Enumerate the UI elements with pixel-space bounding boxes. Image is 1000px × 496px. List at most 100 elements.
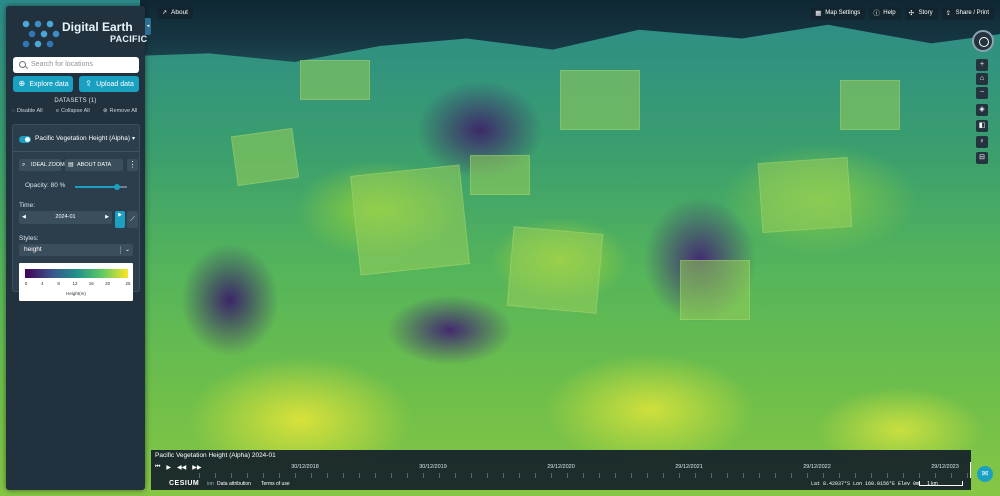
timeline-label: 29/12/2020 bbox=[547, 464, 575, 470]
chevron-left-icon: ◂ bbox=[146, 23, 150, 29]
cesium-logo[interactable]: CESIUM bbox=[169, 478, 199, 490]
explore-data-button[interactable]: ⊕ Explore data bbox=[13, 76, 73, 92]
collapse-icon: ≡ bbox=[55, 108, 59, 114]
about-button[interactable]: ↗ About bbox=[158, 7, 193, 19]
zoom-icon: ⌕ bbox=[22, 162, 26, 168]
legend-colorbar bbox=[25, 269, 128, 278]
layer-toggle[interactable] bbox=[19, 136, 31, 143]
chart-icon[interactable]: ⟋ bbox=[127, 211, 138, 228]
layer-name[interactable]: Pacific Vegetation Height (Alpha) bbox=[35, 135, 130, 142]
opacity-slider-knob[interactable] bbox=[113, 183, 120, 190]
timeline-controls: ⏮ ▶ ◀◀ ▶▶ bbox=[155, 464, 202, 471]
external-link-icon: ↗ bbox=[162, 10, 168, 16]
legend-tick: 12 bbox=[72, 281, 78, 286]
disable-all-label: Disable All bbox=[16, 108, 43, 114]
opacity-label: Opacity: 80 % bbox=[25, 182, 66, 189]
map-field bbox=[506, 226, 604, 314]
play-icon[interactable]: ▶ bbox=[166, 464, 171, 471]
time-value: 2024-01 bbox=[55, 214, 76, 220]
chevron-down-icon: ⌄ bbox=[124, 247, 130, 253]
timeline-label: 30/12/2019 bbox=[419, 464, 447, 470]
collapse-all-label: Collapse All bbox=[60, 108, 90, 114]
legend-ticks: 0 4 8 12 16 20 25 bbox=[24, 281, 131, 287]
chevron-down-icon[interactable]: ▾ bbox=[132, 135, 135, 142]
legend-tick: 8 bbox=[57, 281, 60, 286]
about-data-button[interactable]: ▤ ABOUT DATA bbox=[65, 159, 123, 171]
remove-icon: ⊗ bbox=[102, 108, 108, 114]
ideal-zoom-label: IDEAL ZOOM bbox=[31, 162, 65, 168]
home-icon[interactable]: ⌂ bbox=[976, 73, 988, 85]
logo-mark bbox=[18, 16, 66, 50]
upload-icon: ⇪ bbox=[85, 79, 92, 88]
legend-axis-label: Height(m) bbox=[66, 291, 86, 296]
feedback-button[interactable]: ✉ bbox=[977, 466, 993, 482]
zoom-in-icon[interactable]: + bbox=[976, 59, 988, 71]
search-input[interactable]: Search for locations bbox=[13, 57, 139, 73]
explore-data-label: Explore data bbox=[29, 81, 69, 88]
split-icon[interactable]: ◧ bbox=[976, 120, 988, 132]
map-settings-label: Map Settings bbox=[825, 10, 861, 16]
terms-of-use-link[interactable]: Terms of use bbox=[261, 478, 290, 490]
next-time-icon[interactable]: ▶ bbox=[105, 211, 109, 224]
map-field bbox=[680, 260, 750, 320]
timeline-label: 29/12/2021 bbox=[675, 464, 703, 470]
timeline-label: 30/12/2018 bbox=[291, 464, 319, 470]
dataset-actions: ◌ Disable All ≡ Collapse All ⊗ Remove All bbox=[6, 108, 145, 114]
measure-icon[interactable]: ⊟ bbox=[976, 152, 988, 164]
map-field bbox=[560, 70, 640, 130]
map-settings-button[interactable]: ▦ Map Settings bbox=[811, 7, 866, 20]
legend-tick: 25 bbox=[125, 281, 131, 286]
opacity-slider[interactable] bbox=[75, 183, 127, 190]
styles-select[interactable]: height ⌄ bbox=[19, 244, 133, 256]
info-icon: ▤ bbox=[68, 162, 74, 168]
datasets-heading: DATASETS (1) bbox=[54, 98, 97, 104]
share-print-button[interactable]: ⇪ Share / Print bbox=[941, 7, 994, 20]
upload-data-label: Upload data bbox=[96, 81, 134, 88]
more-options-icon[interactable]: ⋮ bbox=[127, 159, 138, 171]
legend: 0 4 8 12 16 20 25 Height(m) bbox=[19, 263, 133, 301]
layer-card: Pacific Vegetation Height (Alpha) ▾ ⌕ IDE… bbox=[12, 124, 140, 301]
story-label: Story bbox=[918, 10, 933, 16]
sidebar: Digital Earth PACIFIC Search for locatio… bbox=[6, 6, 147, 490]
logo[interactable]: Digital Earth PACIFIC bbox=[18, 16, 147, 50]
step-back-icon[interactable]: ◀◀ bbox=[177, 464, 186, 471]
search-icon bbox=[19, 61, 26, 68]
story-button[interactable]: ✣ Story bbox=[904, 7, 938, 20]
top-toolbar: ▦ Map Settings ⓘ Help ✣ Story ⇪ Share / Prin… bbox=[811, 7, 994, 20]
about-data-label: ABOUT DATA bbox=[77, 162, 112, 168]
eye-off-icon: ◌ bbox=[11, 108, 15, 114]
sidebar-collapse-button[interactable]: ◂ bbox=[145, 18, 151, 35]
legend-tick: 0 bbox=[24, 281, 28, 286]
styles-label: Styles: bbox=[19, 235, 39, 242]
help-button[interactable]: ⓘ Help bbox=[869, 7, 901, 20]
styles-value: height bbox=[24, 246, 42, 253]
data-attribution-link[interactable]: Data attribution bbox=[217, 478, 251, 490]
pedestrian-icon[interactable]: ♀ bbox=[976, 136, 988, 148]
skip-back-icon[interactable]: ⏮ bbox=[155, 464, 160, 471]
plus-circle-icon: ⊕ bbox=[18, 79, 26, 88]
ideal-zoom-button[interactable]: ⌕ IDEAL ZOOM bbox=[19, 159, 65, 171]
scale-bar bbox=[919, 481, 963, 486]
help-label: Help bbox=[883, 10, 896, 16]
upload-data-button[interactable]: ⇪ Upload data bbox=[79, 76, 139, 92]
timeline-play-button[interactable]: ▶ bbox=[115, 211, 125, 228]
compass-icon[interactable] bbox=[972, 30, 994, 52]
remove-all-button[interactable]: ⊗ Remove All bbox=[103, 108, 139, 114]
time-label: Time: bbox=[19, 202, 36, 209]
locate-icon[interactable]: ◈ bbox=[976, 104, 988, 116]
map-field bbox=[300, 60, 370, 100]
zoom-out-icon[interactable]: − bbox=[976, 87, 988, 99]
collapse-all-button[interactable]: ≡ Collapse All bbox=[56, 108, 92, 114]
cesium-ion-label: ion bbox=[207, 481, 214, 487]
time-selector[interactable]: ◀ 2024-01 ▶ bbox=[19, 211, 112, 224]
about-label: About bbox=[171, 9, 188, 16]
map-viewport[interactable] bbox=[0, 0, 1000, 496]
map-field bbox=[470, 155, 530, 195]
disable-all-button[interactable]: ◌ Disable All bbox=[12, 108, 45, 114]
legend-tick: 4 bbox=[41, 281, 44, 286]
search-placeholder: Search for locations bbox=[31, 61, 93, 68]
timeline-cursor[interactable] bbox=[970, 462, 971, 478]
story-icon: ✣ bbox=[908, 10, 915, 17]
previous-time-icon[interactable]: ◀ bbox=[22, 211, 26, 224]
legend-tick: 16 bbox=[88, 281, 94, 286]
